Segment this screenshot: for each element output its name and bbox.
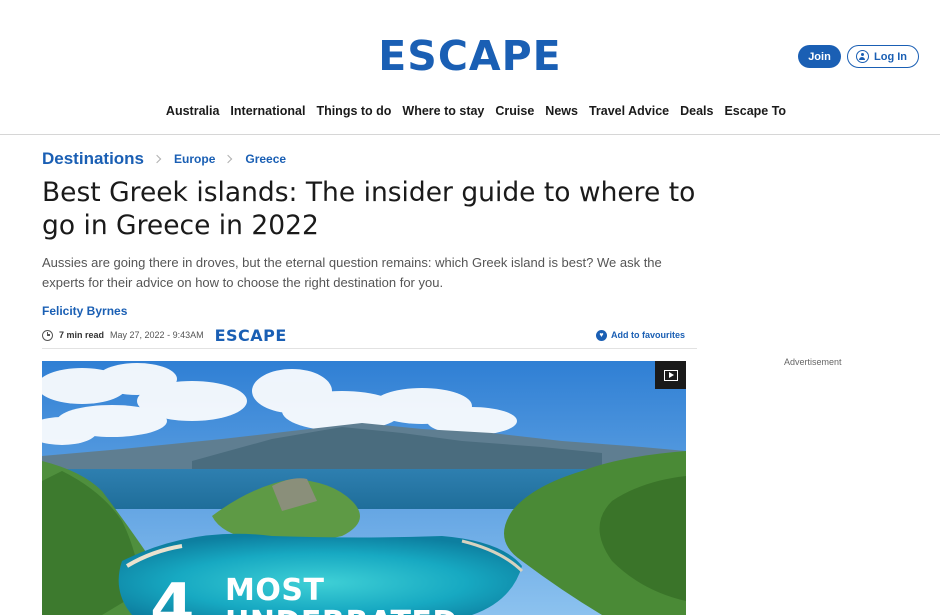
advertisement-label: Advertisement [784,357,842,367]
hero-overlay-number: 4 [150,571,195,615]
article-standfirst: Aussies are going there in droves, but t… [42,255,662,290]
login-label: Log In [874,50,907,63]
user-icon [856,50,869,63]
play-icon [663,369,678,381]
article-author[interactable]: Felicity Byrnes [42,304,127,318]
site-header: ESCAPE Join Log In Australia Internation… [0,0,940,135]
nav-item-things-to-do[interactable]: Things to do [316,104,391,118]
nav-item-cruise[interactable]: Cruise [495,104,534,118]
article-title: Best Greek islands: The insider guide to… [42,177,696,241]
video-icon[interactable] [655,361,686,389]
join-button[interactable]: Join [798,45,841,68]
hero-image[interactable]: 4 MOST UNDERRATED [42,361,686,615]
heart-icon: ♥ [595,329,607,341]
nav-item-international[interactable]: International [230,104,305,118]
nav-item-travel-advice[interactable]: Travel Advice [589,104,669,118]
main-nav: Australia International Things to do Whe… [0,104,940,118]
nav-item-deals[interactable]: Deals [680,104,713,118]
breadcrumb: Destinations Europe Greece [42,149,286,169]
hero-overlay-text: MOST UNDERRATED [225,573,457,615]
read-time: 7 min read [59,330,105,340]
nav-item-australia[interactable]: Australia [166,104,220,118]
breadcrumb-europe[interactable]: Europe [174,152,215,166]
article-meta: 7 min read May 27, 2022 - 9:43AM ESCAPE … [42,322,697,349]
favourites-label: Add to favourites [610,330,685,340]
chevron-right-icon [224,154,233,164]
publish-date: May 27, 2022 - 9:43AM [110,330,204,340]
nav-item-where-to-stay[interactable]: Where to stay [402,104,484,118]
chevron-right-icon [152,154,162,164]
auth-buttons: Join Log In [798,45,919,68]
source-logo: ESCAPE [214,325,287,345]
add-to-favourites-button[interactable]: ♥ Add to favourites [595,329,685,341]
nav-item-news[interactable]: News [545,104,578,118]
breadcrumb-greece[interactable]: Greece [245,152,286,166]
clock-icon [42,329,53,341]
login-button[interactable]: Log In [847,45,919,68]
breadcrumb-destinations[interactable]: Destinations [42,149,144,169]
nav-item-escape-to[interactable]: Escape To [724,104,786,118]
